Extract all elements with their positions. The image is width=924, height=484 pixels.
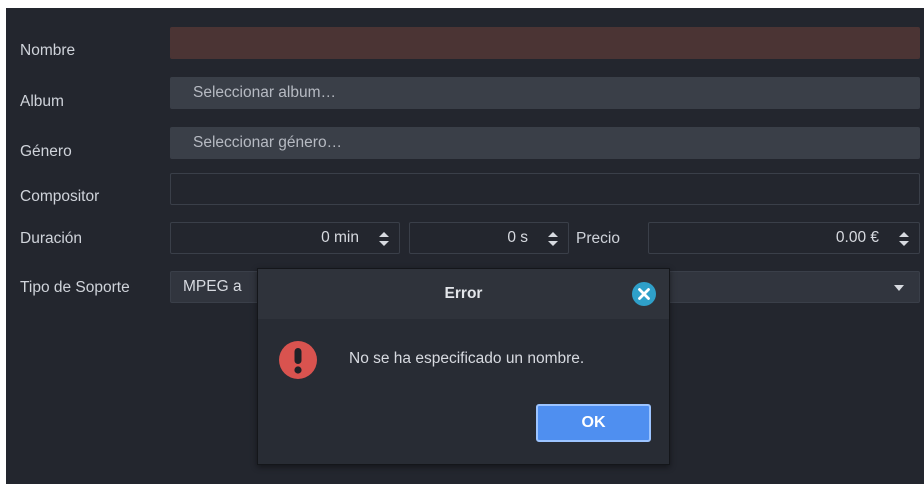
- name-input[interactable]: [170, 27, 920, 59]
- name-label: Nombre: [20, 42, 76, 59]
- spin-arrows-icon[interactable]: [897, 229, 911, 249]
- duration-minutes-value: 0 min: [321, 229, 359, 246]
- composer-input[interactable]: [170, 173, 920, 205]
- duration-seconds-spinbox[interactable]: 0 s: [409, 222, 569, 254]
- chevron-down-icon: [894, 285, 904, 291]
- genre-label: Género: [20, 143, 72, 160]
- media-type-value: MPEG a: [183, 278, 242, 295]
- spin-arrows-icon[interactable]: [377, 229, 391, 249]
- price-spinbox[interactable]: 0.00 €: [648, 222, 920, 254]
- close-icon[interactable]: [631, 281, 657, 307]
- album-label: Album: [20, 93, 64, 110]
- media-type-label: Tipo de Soporte: [20, 279, 130, 296]
- dialog-title: Error: [444, 285, 483, 302]
- price-label: Precio: [576, 230, 620, 247]
- price-value: 0.00 €: [835, 229, 879, 246]
- duration-minutes-spinbox[interactable]: 0 min: [170, 222, 400, 254]
- spin-arrows-icon[interactable]: [546, 229, 560, 249]
- composer-label: Compositor: [20, 188, 100, 205]
- dialog-titlebar: Error: [258, 269, 669, 319]
- error-dialog: Error No se ha especificado un nombre. O…: [257, 268, 670, 465]
- dialog-message: No se ha especificado un nombre.: [349, 350, 585, 367]
- duration-seconds-value: 0 s: [507, 229, 528, 246]
- ok-button[interactable]: OK: [536, 404, 651, 442]
- album-selector[interactable]: Seleccionar album…: [170, 77, 920, 109]
- genre-selector[interactable]: Seleccionar género…: [170, 127, 920, 159]
- duration-label: Duración: [20, 230, 83, 247]
- error-icon: [279, 341, 317, 379]
